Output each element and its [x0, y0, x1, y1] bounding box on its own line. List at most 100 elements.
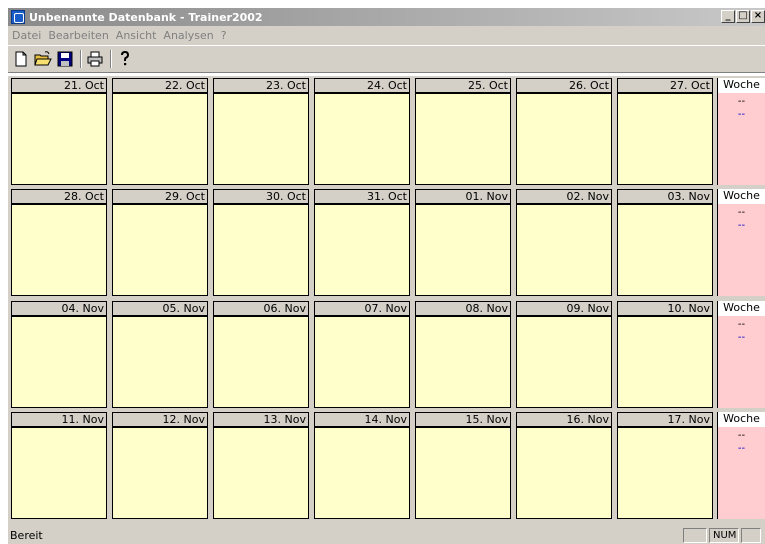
day-header: 14. Nov — [314, 412, 410, 427]
day-header: 15. Nov — [415, 412, 511, 427]
week-summary[interactable]: Woche -- -- — [715, 299, 765, 409]
minimize-button[interactable]: _ — [721, 10, 735, 23]
week-summary-body: -- -- — [717, 93, 765, 185]
day-body[interactable] — [213, 204, 309, 296]
day-cell[interactable]: 10. Nov — [615, 299, 715, 409]
day-cell[interactable]: 28. Oct — [9, 187, 109, 297]
day-cell[interactable]: 02. Nov — [514, 187, 614, 297]
week-row: 04. Nov 05. Nov 06. Nov 07. Nov 08. Nov … — [9, 299, 765, 409]
day-body[interactable] — [516, 316, 612, 408]
day-body[interactable] — [213, 316, 309, 408]
day-body[interactable] — [415, 316, 511, 408]
status-bar: Bereit NUM — [8, 526, 765, 544]
close-button[interactable]: × — [751, 10, 765, 23]
day-cell[interactable]: 08. Nov — [413, 299, 513, 409]
day-body[interactable] — [617, 427, 713, 519]
day-body[interactable] — [314, 93, 410, 185]
week-summary[interactable]: Woche -- -- — [715, 410, 765, 520]
day-cell[interactable]: 05. Nov — [110, 299, 210, 409]
day-body[interactable] — [516, 427, 612, 519]
day-cell[interactable]: 23. Oct — [211, 76, 311, 186]
day-cell[interactable]: 04. Nov — [9, 299, 109, 409]
day-header: 23. Oct — [213, 78, 309, 93]
menu-ansicht[interactable]: Ansicht — [116, 29, 157, 42]
day-cell[interactable]: 16. Nov — [514, 410, 614, 520]
day-body[interactable] — [617, 316, 713, 408]
day-body[interactable] — [314, 316, 410, 408]
menu-bearbeiten[interactable]: Bearbeiten — [48, 29, 108, 42]
day-header: 05. Nov — [112, 301, 208, 316]
help-button[interactable] — [116, 50, 134, 68]
day-header: 10. Nov — [617, 301, 713, 316]
status-panel-empty — [683, 528, 707, 543]
day-cell[interactable]: 13. Nov — [211, 410, 311, 520]
day-cell[interactable]: 29. Oct — [110, 187, 210, 297]
day-cell[interactable]: 25. Oct — [413, 76, 513, 186]
day-header: 28. Oct — [11, 189, 107, 204]
app-icon[interactable] — [11, 10, 25, 24]
week-summary-header: Woche — [717, 189, 765, 204]
day-cell[interactable]: 03. Nov — [615, 187, 715, 297]
save-button[interactable] — [56, 50, 74, 68]
day-body[interactable] — [213, 427, 309, 519]
day-body[interactable] — [112, 204, 208, 296]
day-cell[interactable]: 15. Nov — [413, 410, 513, 520]
day-body[interactable] — [213, 93, 309, 185]
day-cell[interactable]: 27. Oct — [615, 76, 715, 186]
status-text: Bereit — [10, 528, 43, 542]
day-body[interactable] — [617, 93, 713, 185]
day-cell[interactable]: 21. Oct — [9, 76, 109, 186]
day-body[interactable] — [617, 204, 713, 296]
day-body[interactable] — [516, 93, 612, 185]
menu-analysen[interactable]: Analysen — [163, 29, 213, 42]
day-body[interactable] — [314, 204, 410, 296]
day-cell[interactable]: 14. Nov — [312, 410, 412, 520]
week-summary-line1: -- — [737, 430, 746, 441]
day-body[interactable] — [112, 316, 208, 408]
status-panel-scroll — [741, 528, 761, 543]
day-header: 21. Oct — [11, 78, 107, 93]
day-cell[interactable]: 12. Nov — [110, 410, 210, 520]
day-body[interactable] — [112, 427, 208, 519]
print-button[interactable] — [86, 50, 104, 68]
week-summary-body: -- -- — [717, 427, 765, 519]
menu-help[interactable]: ? — [221, 29, 227, 42]
week-summary-line2: -- — [737, 443, 746, 454]
open-button[interactable] — [34, 50, 52, 68]
toolbar-separator — [80, 50, 82, 68]
day-cell[interactable]: 26. Oct — [514, 76, 614, 186]
new-file-button[interactable] — [12, 50, 30, 68]
toolbar-separator — [110, 50, 112, 68]
day-header: 24. Oct — [314, 78, 410, 93]
day-body[interactable] — [11, 427, 107, 519]
maximize-button[interactable]: □ — [736, 10, 750, 23]
day-cell[interactable]: 22. Oct — [110, 76, 210, 186]
menu-datei[interactable]: Datei — [12, 29, 41, 42]
day-body[interactable] — [415, 93, 511, 185]
day-cell[interactable]: 11. Nov — [9, 410, 109, 520]
day-body[interactable] — [314, 427, 410, 519]
day-cell[interactable]: 06. Nov — [211, 299, 311, 409]
day-cell[interactable]: 31. Oct — [312, 187, 412, 297]
week-summary-line1: -- — [737, 319, 746, 330]
day-header: 09. Nov — [516, 301, 612, 316]
day-body[interactable] — [11, 316, 107, 408]
day-cell[interactable]: 09. Nov — [514, 299, 614, 409]
day-body[interactable] — [415, 427, 511, 519]
day-body[interactable] — [516, 204, 612, 296]
week-summary[interactable]: Woche -- -- — [715, 187, 765, 297]
day-body[interactable] — [11, 204, 107, 296]
window-controls: _ □ × — [720, 10, 765, 23]
week-summary[interactable]: Woche -- -- — [715, 76, 765, 186]
day-header: 25. Oct — [415, 78, 511, 93]
day-cell[interactable]: 24. Oct — [312, 76, 412, 186]
day-cell[interactable]: 30. Oct — [211, 187, 311, 297]
day-cell[interactable]: 07. Nov — [312, 299, 412, 409]
day-header: 08. Nov — [415, 301, 511, 316]
day-header: 17. Nov — [617, 412, 713, 427]
day-body[interactable] — [11, 93, 107, 185]
day-cell[interactable]: 17. Nov — [615, 410, 715, 520]
day-body[interactable] — [112, 93, 208, 185]
day-cell[interactable]: 01. Nov — [413, 187, 513, 297]
day-body[interactable] — [415, 204, 511, 296]
